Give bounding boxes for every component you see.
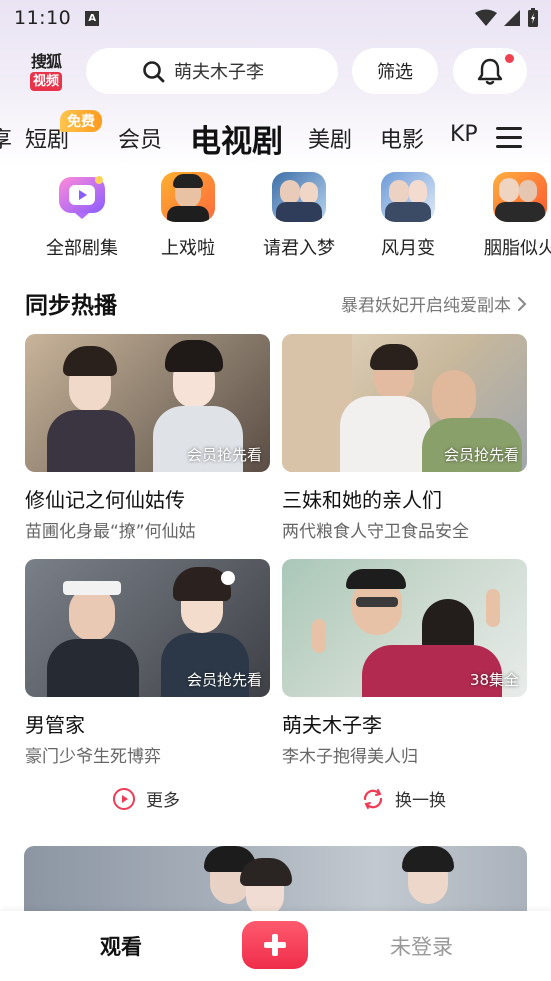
category-item[interactable]: 上戏啦 [138, 172, 238, 260]
category-row: 全部剧集 上戏啦 请君入梦 风月变 胭脂似火 [0, 172, 551, 262]
refresh-label: 换一换 [395, 791, 446, 811]
promo-banner[interactable] [24, 846, 527, 916]
section-link[interactable]: 暴君妖妃开启纯爱副本 [341, 291, 527, 316]
category-item[interactable]: 胭脂似火 [470, 172, 551, 260]
top-header: 搜狐 视频 萌夫木子李 筛选 [0, 48, 551, 96]
card-subtitle: 苗圃化身最“撩”何仙姑 [25, 522, 196, 542]
tab-vip[interactable]: 会员 [118, 122, 162, 154]
channel-tabs: 享 短剧 免费 会员 电视剧 美剧 电影 KP [0, 110, 551, 162]
section-actions: 更多 换一换 [0, 786, 551, 818]
card-title: 男管家 [25, 713, 85, 737]
card-tag: 38集全 [469, 671, 519, 689]
drama-thumbnail: 会员抢先看 [282, 334, 527, 472]
category-item[interactable]: 请君入梦 [249, 172, 349, 260]
card-tag: 会员抢先看 [186, 671, 262, 689]
card-title: 修仙记之何仙姑传 [25, 488, 185, 512]
status-time: 11:10 [14, 7, 72, 29]
bottom-nav: 观看 未登录 [0, 911, 551, 981]
logo-text-bottom: 视频 [29, 72, 62, 91]
search-bar[interactable]: 萌夫木子李 [86, 48, 338, 94]
card-subtitle: 李木子抱得美人归 [282, 747, 418, 767]
search-placeholder: 萌夫木子李 [174, 62, 264, 83]
notification-icon: A [85, 10, 100, 26]
chevron-right-icon [518, 296, 527, 311]
filter-button[interactable]: 筛选 [352, 48, 438, 94]
tab-movie[interactable]: 电影 [380, 122, 424, 154]
category-item[interactable]: 风月变 [358, 172, 458, 260]
play-circle-icon [113, 787, 135, 810]
category-thumbnail [381, 172, 435, 222]
nav-login[interactable]: 未登录 [390, 931, 453, 961]
card-subtitle: 豪门少爷生死博弈 [25, 747, 161, 767]
tab-tv-series[interactable]: 电视剧 [190, 116, 283, 161]
card-title: 萌夫木子李 [282, 713, 382, 737]
menu-icon[interactable] [496, 127, 524, 149]
status-bar: 11:10 A [0, 0, 551, 36]
drama-thumbnail: 38集全 [282, 559, 527, 697]
card-title: 三妹和她的亲人们 [282, 488, 442, 512]
wifi-icon [475, 9, 497, 26]
section-link-text: 暴君妖妃开启纯爱副本 [341, 296, 511, 316]
card-subtitle: 两代粮食人守卫食品安全 [282, 522, 469, 542]
category-all-series[interactable]: 全部剧集 [32, 172, 132, 260]
drama-card[interactable]: 会员抢先看 男管家 豪门少爷生死博弈 [25, 559, 270, 767]
refresh-button[interactable]: 换一换 [361, 786, 446, 811]
plus-icon [264, 934, 286, 956]
status-icons [475, 8, 539, 28]
tab-kp[interactable]: KP [450, 122, 478, 147]
sohu-video-logo[interactable]: 搜狐 视频 [24, 52, 68, 94]
notifications-button[interactable] [453, 48, 527, 94]
category-thumbnail [161, 172, 215, 222]
play-tv-icon [55, 172, 109, 222]
category-label: 上戏啦 [161, 238, 215, 259]
tab-us-drama[interactable]: 美剧 [308, 122, 352, 154]
category-thumbnail [272, 172, 326, 222]
signal-icon [504, 10, 520, 26]
section-title: 同步热播 [25, 293, 117, 319]
search-icon [143, 61, 165, 83]
category-label: 请君入梦 [263, 238, 335, 259]
card-tag: 会员抢先看 [443, 446, 519, 464]
bell-icon [477, 58, 503, 85]
category-label: 全部剧集 [46, 238, 118, 259]
notification-dot [504, 53, 515, 64]
battery-icon [528, 8, 538, 27]
logo-text-top: 搜狐 [30, 52, 62, 71]
refresh-icon [363, 788, 383, 809]
more-label: 更多 [146, 791, 180, 811]
nav-watch[interactable]: 观看 [100, 931, 142, 961]
drama-thumbnail: 会员抢先看 [25, 559, 270, 697]
drama-thumbnail: 会员抢先看 [25, 334, 270, 472]
free-badge: 免费 [60, 110, 102, 132]
card-tag: 会员抢先看 [186, 446, 262, 464]
drama-card[interactable]: 38集全 萌夫木子李 李木子抱得美人归 [282, 559, 527, 767]
create-button[interactable] [242, 921, 308, 969]
category-label: 风月变 [381, 238, 435, 259]
category-label: 胭脂似火 [484, 238, 551, 259]
drama-card[interactable]: 会员抢先看 修仙记之何仙姑传 苗圃化身最“撩”何仙姑 [25, 334, 270, 542]
more-button[interactable]: 更多 [112, 786, 180, 811]
category-thumbnail [493, 172, 547, 222]
tab-share[interactable]: 享 [0, 122, 12, 154]
drama-card[interactable]: 会员抢先看 三妹和她的亲人们 两代粮食人守卫食品安全 [282, 334, 527, 542]
